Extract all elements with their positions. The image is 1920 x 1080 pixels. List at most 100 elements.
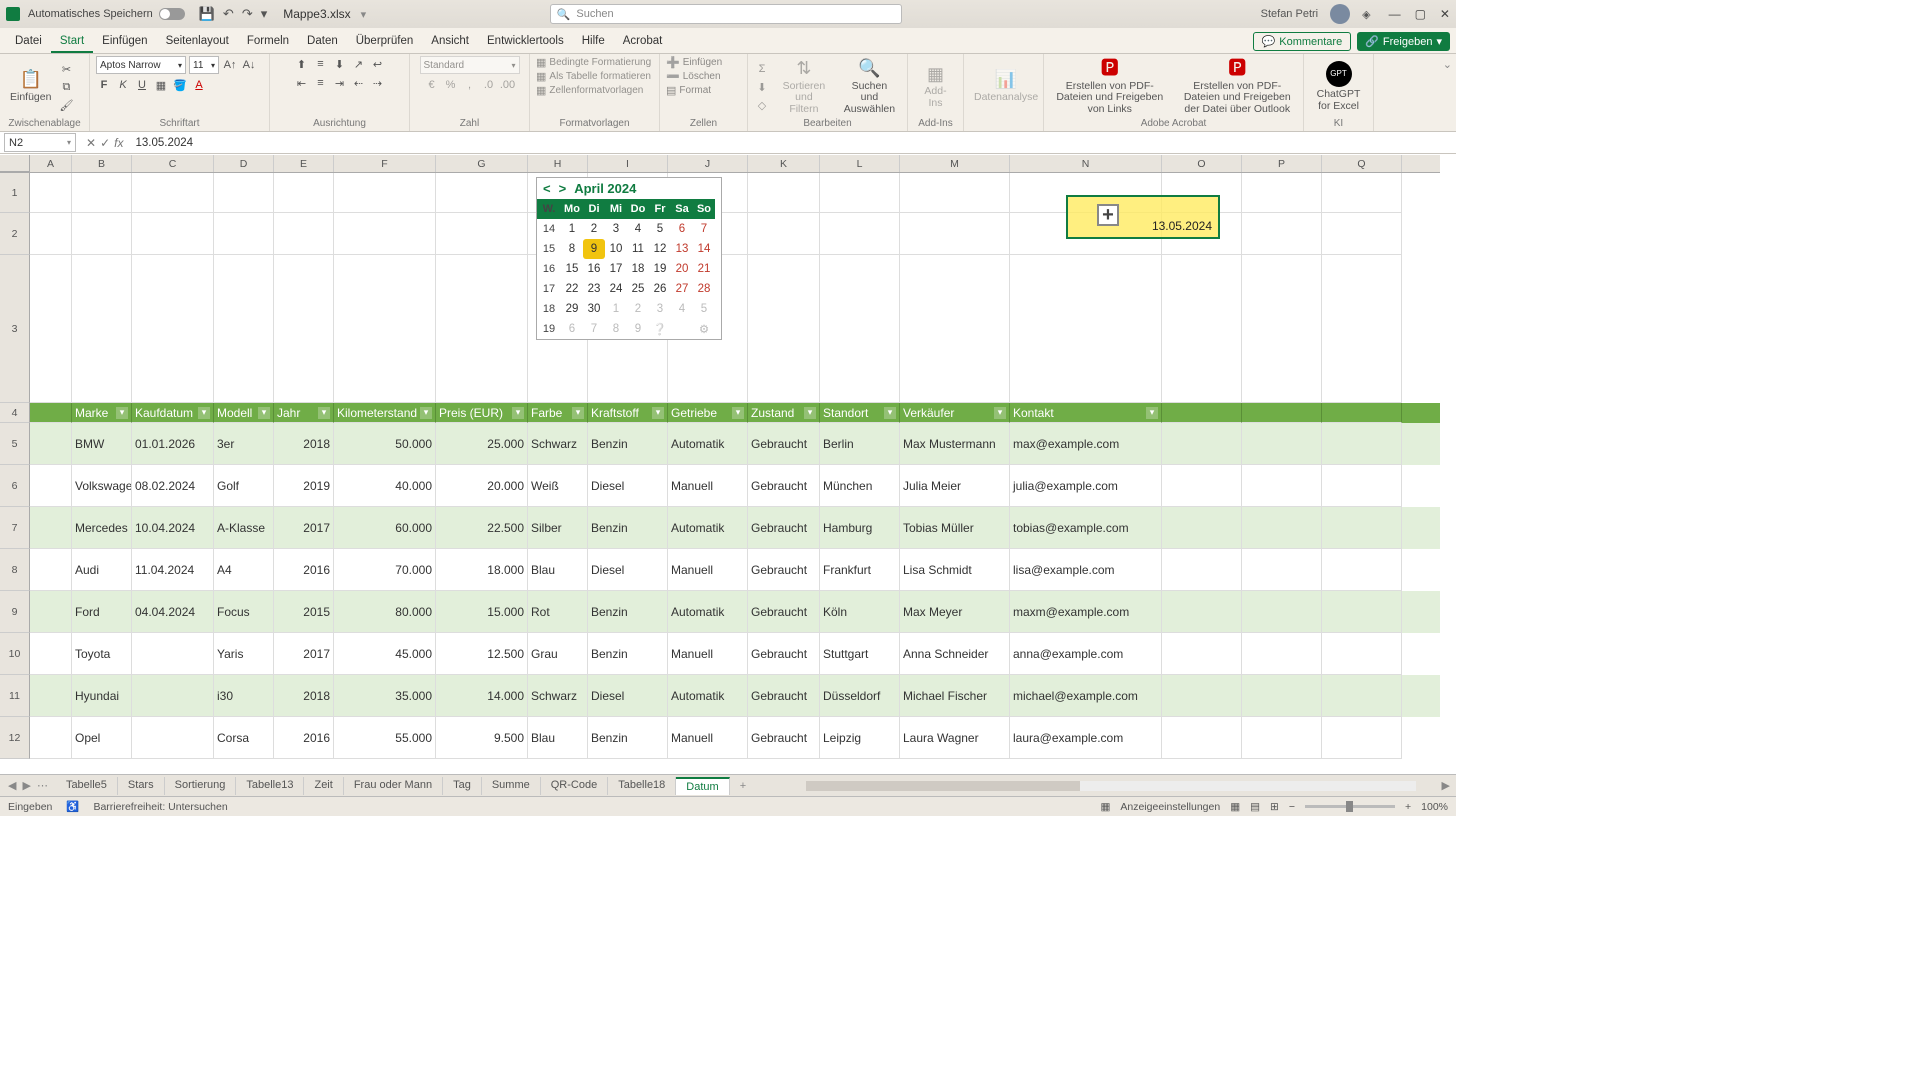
cell-K2[interactable] xyxy=(748,213,820,255)
fontsize-select[interactable]: 11▾ xyxy=(189,56,219,74)
cal-day[interactable]: 22 xyxy=(561,279,583,299)
col-header-I[interactable]: I xyxy=(588,155,668,172)
cell-J9[interactable]: Automatik xyxy=(668,591,748,633)
cell-O9[interactable] xyxy=(1162,591,1242,633)
align-left-icon[interactable]: ⇤ xyxy=(294,75,310,91)
status-access[interactable]: Barrierefreiheit: Untersuchen xyxy=(93,801,227,813)
cell-P9[interactable] xyxy=(1242,591,1322,633)
cell-C5[interactable]: 01.01.2026 xyxy=(132,423,214,465)
cell-F6[interactable]: 40.000 xyxy=(334,465,436,507)
row-header-6[interactable]: 6 xyxy=(0,465,30,507)
copy-icon[interactable]: ⧉ xyxy=(58,79,74,95)
cell-E8[interactable]: 2016 xyxy=(274,549,334,591)
cell-M12[interactable]: Laura Wagner xyxy=(900,717,1010,759)
row-header-7[interactable]: 7 xyxy=(0,507,30,549)
cell-B8[interactable]: Audi xyxy=(72,549,132,591)
cal-day[interactable]: 6 xyxy=(671,219,693,239)
cell-D3[interactable] xyxy=(214,255,274,403)
cell-G5[interactable]: 25.000 xyxy=(436,423,528,465)
row-header-2[interactable]: 2 xyxy=(0,213,30,255)
cell-Q4[interactable] xyxy=(1322,403,1402,423)
cell-B6[interactable]: Volkswagen xyxy=(72,465,132,507)
addins-button[interactable]: ▦Add-Ins xyxy=(914,63,957,112)
sheet-tab-tabelle13[interactable]: Tabelle13 xyxy=(236,777,304,795)
cell-F8[interactable]: 70.000 xyxy=(334,549,436,591)
cell-D6[interactable]: Golf xyxy=(214,465,274,507)
cell-A3[interactable] xyxy=(30,255,72,403)
percent-icon[interactable]: % xyxy=(443,77,459,93)
redo-icon[interactable]: ↷ xyxy=(242,6,253,22)
cell-F7[interactable]: 60.000 xyxy=(334,507,436,549)
cell-K7[interactable]: Gebraucht xyxy=(748,507,820,549)
cell-A10[interactable] xyxy=(30,633,72,675)
cell-styles-button[interactable]: ▦ Zellenformatvorlagen xyxy=(536,84,643,97)
cell-G6[interactable]: 20.000 xyxy=(436,465,528,507)
sheet-tab-tag[interactable]: Tag xyxy=(443,777,482,795)
cal-day[interactable]: 12 xyxy=(649,239,671,259)
cell-F2[interactable] xyxy=(334,213,436,255)
cell-Q9[interactable] xyxy=(1322,591,1402,633)
name-box[interactable]: N2▾ xyxy=(4,133,76,152)
cell-D7[interactable]: A-Klasse xyxy=(214,507,274,549)
filter-icon[interactable]: ▾ xyxy=(258,407,270,419)
sheet-nav-next-icon[interactable]: ▶ xyxy=(22,779,30,792)
cell-B2[interactable] xyxy=(72,213,132,255)
dec-decimal-icon[interactable]: .00 xyxy=(500,77,516,93)
cell-M2[interactable] xyxy=(900,213,1010,255)
cell-C6[interactable]: 08.02.2024 xyxy=(132,465,214,507)
cell-F10[interactable]: 45.000 xyxy=(334,633,436,675)
cal-day[interactable]: 7 xyxy=(693,219,715,239)
cell-F9[interactable]: 80.000 xyxy=(334,591,436,633)
cell-B10[interactable]: Toyota xyxy=(72,633,132,675)
share-button[interactable]: 🔗 Freigeben ▾ xyxy=(1357,32,1450,51)
cell-J5[interactable]: Automatik xyxy=(668,423,748,465)
cell-E6[interactable]: 2019 xyxy=(274,465,334,507)
grow-font-icon[interactable]: A↑ xyxy=(222,57,238,73)
cell-H10[interactable]: Grau xyxy=(528,633,588,675)
cond-format-button[interactable]: ▦ Bedingte Formatierung xyxy=(536,56,651,69)
cell-L3[interactable] xyxy=(820,255,900,403)
cell-A8[interactable] xyxy=(30,549,72,591)
filename-dropdown-icon[interactable]: ▾ xyxy=(361,8,367,21)
inc-decimal-icon[interactable]: .0 xyxy=(481,77,497,93)
currency-icon[interactable]: € xyxy=(424,77,440,93)
fill-color-icon[interactable]: 🪣 xyxy=(172,77,188,93)
cal-day[interactable]: 2 xyxy=(583,219,605,239)
cell-E2[interactable] xyxy=(274,213,334,255)
align-bottom-icon[interactable]: ⬇ xyxy=(332,56,348,72)
row-header-11[interactable]: 11 xyxy=(0,675,30,717)
worksheet-grid[interactable]: ABCDEFGHIJKLMNOPQ 1234Marke▾Kaufdatum▾Mo… xyxy=(0,155,1440,774)
paste-button[interactable]: 📋Einfügen xyxy=(6,68,55,105)
cell-C4[interactable]: Kaufdatum▾ xyxy=(132,403,214,423)
cell-L8[interactable]: Frankfurt xyxy=(820,549,900,591)
as-table-button[interactable]: ▦ Als Tabelle formatieren xyxy=(536,70,651,83)
cell-L11[interactable]: Düsseldorf xyxy=(820,675,900,717)
accessibility-icon[interactable]: ♿ xyxy=(66,800,79,813)
cell-P3[interactable] xyxy=(1242,255,1322,403)
cell-B4[interactable]: Marke▾ xyxy=(72,403,132,423)
cell-G9[interactable]: 15.000 xyxy=(436,591,528,633)
cancel-entry-icon[interactable]: ✕ xyxy=(86,136,96,150)
ribbon-tab-entwicklertools[interactable]: Entwicklertools xyxy=(478,31,573,53)
cell-N3[interactable] xyxy=(1010,255,1162,403)
cell-M10[interactable]: Anna Schneider xyxy=(900,633,1010,675)
sheet-tab-sortierung[interactable]: Sortierung xyxy=(165,777,237,795)
cell-D10[interactable]: Yaris xyxy=(214,633,274,675)
cut-icon[interactable]: ✂ xyxy=(58,61,74,77)
row-header-12[interactable]: 12 xyxy=(0,717,30,759)
horizontal-scrollbar[interactable] xyxy=(806,781,1415,791)
zoom-out-icon[interactable]: − xyxy=(1289,801,1295,813)
cal-day[interactable]: ❔ xyxy=(649,319,671,339)
font-color-icon[interactable]: A xyxy=(191,77,207,93)
row-header-3[interactable]: 3 xyxy=(0,255,30,403)
cell-E4[interactable]: Jahr▾ xyxy=(274,403,334,423)
cell-Q11[interactable] xyxy=(1322,675,1402,717)
cell-B9[interactable]: Ford xyxy=(72,591,132,633)
col-header-B[interactable]: B xyxy=(72,155,132,172)
cell-E9[interactable]: 2015 xyxy=(274,591,334,633)
cal-day[interactable]: ⚙ xyxy=(693,319,715,339)
cell-K3[interactable] xyxy=(748,255,820,403)
cell-A5[interactable] xyxy=(30,423,72,465)
sort-filter-button[interactable]: ⇅Sortieren und Filtern xyxy=(776,57,832,117)
status-display[interactable]: Anzeigeeinstellungen xyxy=(1120,801,1220,813)
